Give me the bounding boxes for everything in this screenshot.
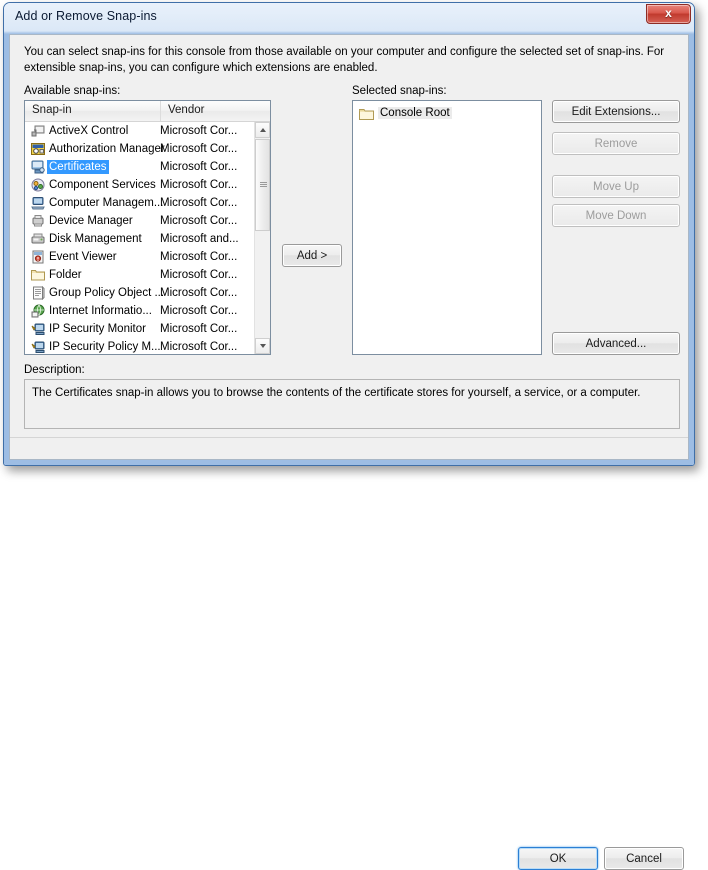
cancel-button[interactable]: Cancel (604, 847, 684, 870)
snapin-vendor: Microsoft and... (160, 233, 239, 245)
table-row[interactable]: Folder Microsoft Cor... (25, 266, 254, 284)
title-bar[interactable]: Add or Remove Snap-ins x (4, 3, 694, 32)
snapin-vendor: Microsoft Cor... (160, 197, 238, 209)
table-row[interactable]: Internet Informatio... Microsoft Cor... (25, 302, 254, 320)
authorization-manager-icon (31, 142, 45, 156)
snapin-vendor: Microsoft Cor... (160, 323, 238, 335)
snapin-name: Disk Management (49, 233, 142, 245)
snapin-name: Authorization Manager (49, 143, 165, 155)
snapin-name: Internet Informatio... (49, 305, 152, 317)
snapin-name: Component Services (49, 179, 156, 191)
table-row[interactable]: Device Manager Microsoft Cor... (25, 212, 254, 230)
activex-control-icon (31, 124, 45, 138)
snapin-name: IP Security Policy M... (49, 341, 161, 353)
snapin-vendor: Microsoft Cor... (160, 305, 238, 317)
folder-icon (359, 107, 374, 120)
window-title: Add or Remove Snap-ins (15, 9, 157, 23)
snapin-vendor: Microsoft Cor... (160, 215, 238, 227)
snapin-vendor: Microsoft Cor... (160, 341, 238, 353)
snapin-name: Event Viewer (49, 251, 117, 263)
ok-button[interactable]: OK (518, 847, 598, 870)
intro-text: You can select snap-ins for this console… (24, 46, 665, 74)
move-up-button[interactable]: Move Up (552, 175, 680, 198)
scroll-up-button[interactable] (255, 122, 270, 138)
disk-management-icon (31, 232, 45, 246)
snapin-vendor: Microsoft Cor... (160, 143, 238, 155)
snapin-name: Certificates (47, 160, 109, 174)
table-row[interactable]: Component Services Microsoft Cor... (25, 176, 254, 194)
snapin-vendor: Microsoft Cor... (160, 287, 238, 299)
available-list-rows: ActiveX Control Microsoft Cor... Authoriza… (25, 122, 254, 354)
certificates-icon (31, 160, 45, 174)
dialog-window: Add or Remove Snap-ins x You can select … (3, 2, 695, 870)
close-button[interactable]: x (646, 4, 691, 24)
edit-extensions-button[interactable]: Edit Extensions... (552, 100, 680, 123)
description-text: The Certificates snap-in allows you to b… (32, 387, 641, 399)
table-row[interactable]: Certificates Microsoft Cor... (25, 158, 254, 176)
snapin-vendor: Microsoft Cor... (160, 179, 238, 191)
available-snapins-list[interactable]: Snap-in Vendor ActiveX Control Microsoft … (24, 100, 271, 355)
scroll-down-arrow-icon (260, 344, 266, 348)
available-snapins-label: Available snap-ins: (24, 85, 121, 97)
snapin-name: IP Security Monitor (49, 323, 146, 335)
snapin-name: ActiveX Control (49, 125, 129, 137)
remove-button[interactable]: Remove (552, 132, 680, 155)
table-row[interactable]: ActiveX Control Microsoft Cor... (25, 122, 254, 140)
ip-security-monitor-icon (31, 322, 45, 336)
snapin-vendor: Microsoft Cor... (160, 161, 238, 173)
description-label: Description: (24, 364, 85, 376)
footer-bar: OK Cancel (10, 438, 688, 870)
snapin-name: Folder (49, 269, 82, 281)
table-row[interactable]: Authorization Manager Microsoft Cor... (25, 140, 254, 158)
table-row[interactable]: IP Security Policy M... Microsoft Cor... (25, 338, 254, 354)
snapin-vendor: Microsoft Cor... (160, 251, 238, 263)
computer-management-icon (31, 196, 45, 210)
event-viewer-icon (31, 250, 45, 264)
device-manager-icon (31, 214, 45, 228)
console-root-label: Console Root (378, 107, 452, 119)
table-row[interactable]: Disk Management Microsoft and... (25, 230, 254, 248)
available-list-scrollbar[interactable] (254, 122, 270, 354)
column-header-snapin[interactable]: Snap-in (32, 104, 72, 122)
snapin-name: Computer Managem... (49, 197, 164, 209)
table-row[interactable]: Event Viewer Microsoft Cor... (25, 248, 254, 266)
snapin-name: Device Manager (49, 215, 133, 227)
advanced-button[interactable]: Advanced... (552, 332, 680, 355)
scroll-down-button[interactable] (255, 338, 270, 354)
selected-snapins-list[interactable]: Console Root (352, 100, 542, 355)
column-header-vendor[interactable]: Vendor (160, 101, 204, 121)
table-row[interactable]: Computer Managem... Microsoft Cor... (25, 194, 254, 212)
snapin-vendor: Microsoft Cor... (160, 125, 238, 137)
close-icon: x (665, 6, 672, 20)
scrollbar-thumb[interactable] (255, 139, 270, 231)
internet-information-services-icon (31, 304, 45, 318)
dialog-client-area: You can select snap-ins for this console… (9, 34, 689, 870)
snapin-vendor: Microsoft Cor... (160, 269, 238, 281)
description-box: The Certificates snap-in allows you to b… (24, 379, 680, 429)
scroll-up-arrow-icon (260, 128, 266, 132)
ip-security-policy-icon (31, 340, 45, 354)
selected-snapins-label: Selected snap-ins: (352, 85, 447, 97)
scrollbar-grip-icon (260, 182, 267, 187)
component-services-icon (31, 178, 45, 192)
available-list-header: Snap-in Vendor (25, 101, 270, 122)
move-down-button[interactable]: Move Down (552, 204, 680, 227)
snapin-name: Group Policy Object ... (49, 287, 165, 299)
group-policy-object-icon (31, 286, 45, 300)
add-button[interactable]: Add > (282, 244, 342, 267)
table-row[interactable]: Group Policy Object ... Microsoft Cor... (25, 284, 254, 302)
folder-icon (31, 268, 45, 282)
table-row[interactable]: IP Security Monitor Microsoft Cor... (25, 320, 254, 338)
